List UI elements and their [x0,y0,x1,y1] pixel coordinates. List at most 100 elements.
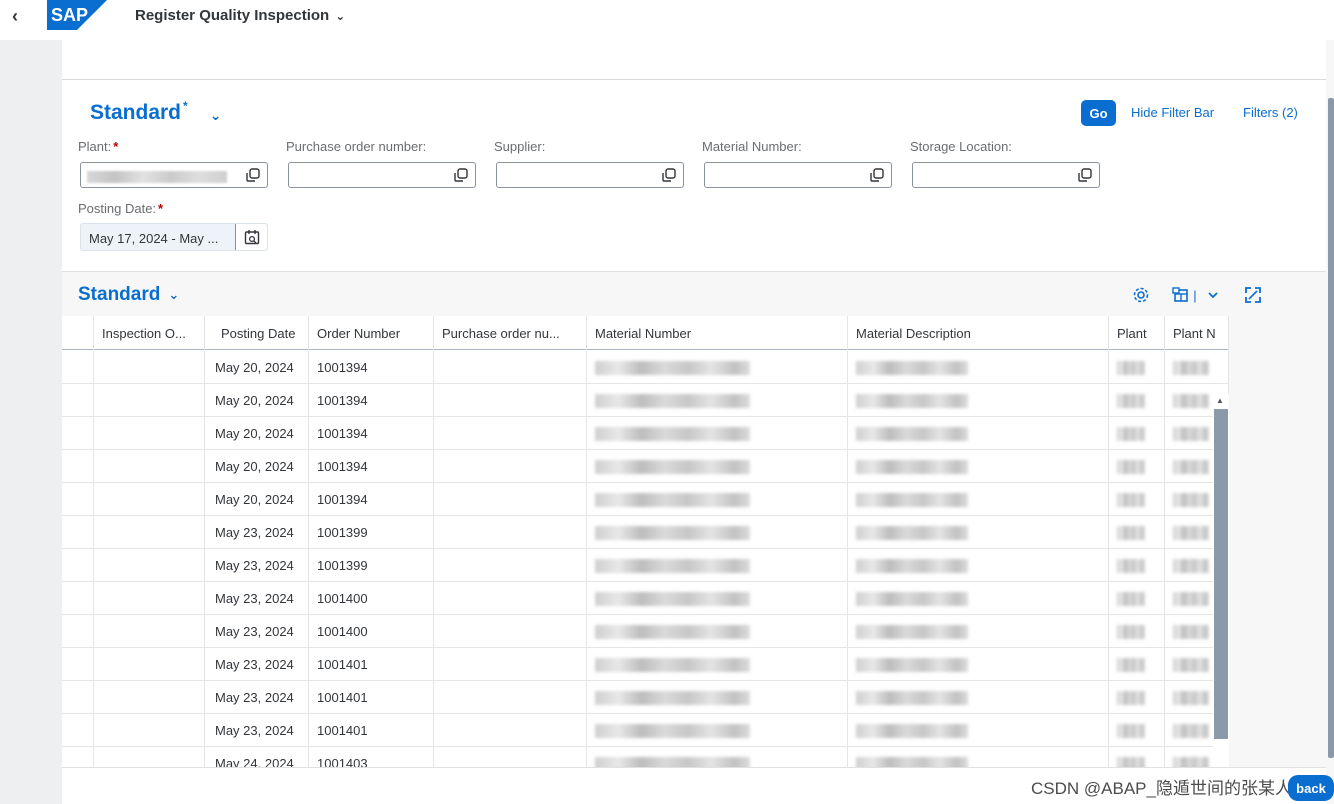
column-header-order-number[interactable]: Order Number [309,316,434,350]
value-help-icon[interactable] [863,163,891,187]
material-number-label: Material Number: [702,139,802,154]
column-header-purchase-order[interactable]: Purchase order nu... [434,316,587,350]
inspection-cell [94,615,205,648]
table-row[interactable]: May 24, 2024 1001403 [62,747,1229,768]
plant-cell [1109,417,1165,450]
material-number-cell [587,384,848,417]
table-row[interactable]: May 20, 2024 1001394 [62,450,1229,483]
redacted-value [595,591,750,606]
row-select-cell [62,747,94,768]
plant-input[interactable] [80,162,268,188]
table-row[interactable]: May 20, 2024 1001394 [62,351,1229,384]
posting-date-cell: May 23, 2024 [205,582,309,615]
column-header-plant-name[interactable]: Plant N [1165,316,1229,350]
table-row[interactable]: May 20, 2024 1001394 [62,384,1229,417]
redacted-value [1173,690,1209,705]
purchase-order-input[interactable] [288,162,476,188]
plant-cell [1109,714,1165,747]
row-select-cell [62,549,94,582]
supplier-input[interactable] [496,162,684,188]
column-header-material-number[interactable]: Material Number [587,316,848,350]
column-header-material-description[interactable]: Material Description [848,316,1109,350]
redacted-value [595,624,750,639]
posting-date-cell: May 20, 2024 [205,483,309,516]
back-button[interactable]: back [1288,775,1334,801]
table-scroll-thumb[interactable] [1214,409,1228,739]
table-row[interactable]: May 20, 2024 1001394 [62,417,1229,450]
posting-date-cell: May 20, 2024 [205,417,309,450]
fullscreen-icon[interactable] [1242,284,1264,306]
hide-filter-bar-button[interactable]: Hide Filter Bar [1131,105,1214,120]
redacted-value [1117,426,1145,441]
posting-date-cell: May 20, 2024 [205,384,309,417]
value-help-icon[interactable] [655,163,683,187]
order-number-cell: 1001401 [309,714,434,747]
purchase-order-cell [434,549,587,582]
app-title-menu[interactable]: Register Quality Inspection ⌄ [135,7,345,24]
inspection-cell [94,549,205,582]
plant-name-cell [1165,351,1229,384]
page-scrollbar[interactable] [1328,98,1334,758]
redacted-value [1173,459,1209,474]
column-header-plant[interactable]: Plant [1109,316,1165,350]
export-icon[interactable] [1170,284,1192,306]
redacted-value [1173,723,1209,738]
column-header-posting-date[interactable]: Posting Date [205,316,309,350]
redacted-value [856,657,968,672]
order-number-cell: 1001400 [309,615,434,648]
table-row[interactable]: May 23, 2024 1001401 [62,681,1229,714]
material-description-cell [848,351,1109,384]
redacted-value [595,393,750,408]
page-header [62,40,1326,80]
value-help-icon[interactable] [239,163,267,187]
filter-variant-selector[interactable]: Standard * ⌄ [90,99,221,125]
posting-date-cell: May 24, 2024 [205,747,309,768]
table-variant-selector[interactable]: Standard ⌄ [78,284,179,306]
chevron-down-icon: ⌄ [168,287,180,302]
order-number-cell: 1001401 [309,648,434,681]
export-menu-chevron-icon[interactable] [1202,284,1224,306]
posting-date-input[interactable]: May 17, 2024 - May ... [80,223,268,251]
table-row[interactable]: May 23, 2024 1001399 [62,549,1229,582]
redacted-value [1173,558,1209,573]
filters-button[interactable]: Filters (2) [1243,105,1298,120]
table-row[interactable]: May 23, 2024 1001401 [62,714,1229,747]
material-number-cell [587,351,848,384]
plant-cell [1109,582,1165,615]
column-header-inspection[interactable]: Inspection O... [94,316,205,350]
table-row[interactable]: May 23, 2024 1001400 [62,582,1229,615]
material-description-cell [848,516,1109,549]
table-row[interactable]: May 23, 2024 1001400 [62,615,1229,648]
value-help-icon[interactable] [1071,163,1099,187]
settings-icon[interactable] [1130,284,1152,306]
scroll-up-icon[interactable]: ▲ [1216,396,1224,405]
table-row[interactable]: May 23, 2024 1001401 [62,648,1229,681]
variant-name: Standard [90,101,182,124]
material-description-cell [848,483,1109,516]
table-scrollbar[interactable]: ▲ [1213,394,1229,768]
value-help-icon[interactable] [447,163,475,187]
go-button[interactable]: Go [1081,100,1116,126]
table-row[interactable]: May 20, 2024 1001394 [62,483,1229,516]
inspection-cell [94,384,205,417]
redacted-value [1117,624,1145,639]
material-number-input[interactable] [704,162,892,188]
column-header-select[interactable] [62,316,94,350]
table-row[interactable]: May 23, 2024 1001399 [62,516,1229,549]
calendar-icon[interactable] [235,224,267,250]
plant-value-redacted [87,171,227,183]
material-number-cell [587,549,848,582]
plant-cell [1109,648,1165,681]
row-select-cell [62,516,94,549]
back-chevron-icon[interactable]: ‹ [0,0,30,32]
storage-location-input[interactable] [912,162,1100,188]
inspection-cell [94,516,205,549]
material-description-cell [848,450,1109,483]
purchase-order-cell [434,648,587,681]
redacted-value [1117,393,1145,408]
redacted-value [1117,723,1145,738]
material-number-cell [587,516,848,549]
material-number-cell [587,417,848,450]
redacted-value [1173,624,1209,639]
inspection-cell [94,648,205,681]
